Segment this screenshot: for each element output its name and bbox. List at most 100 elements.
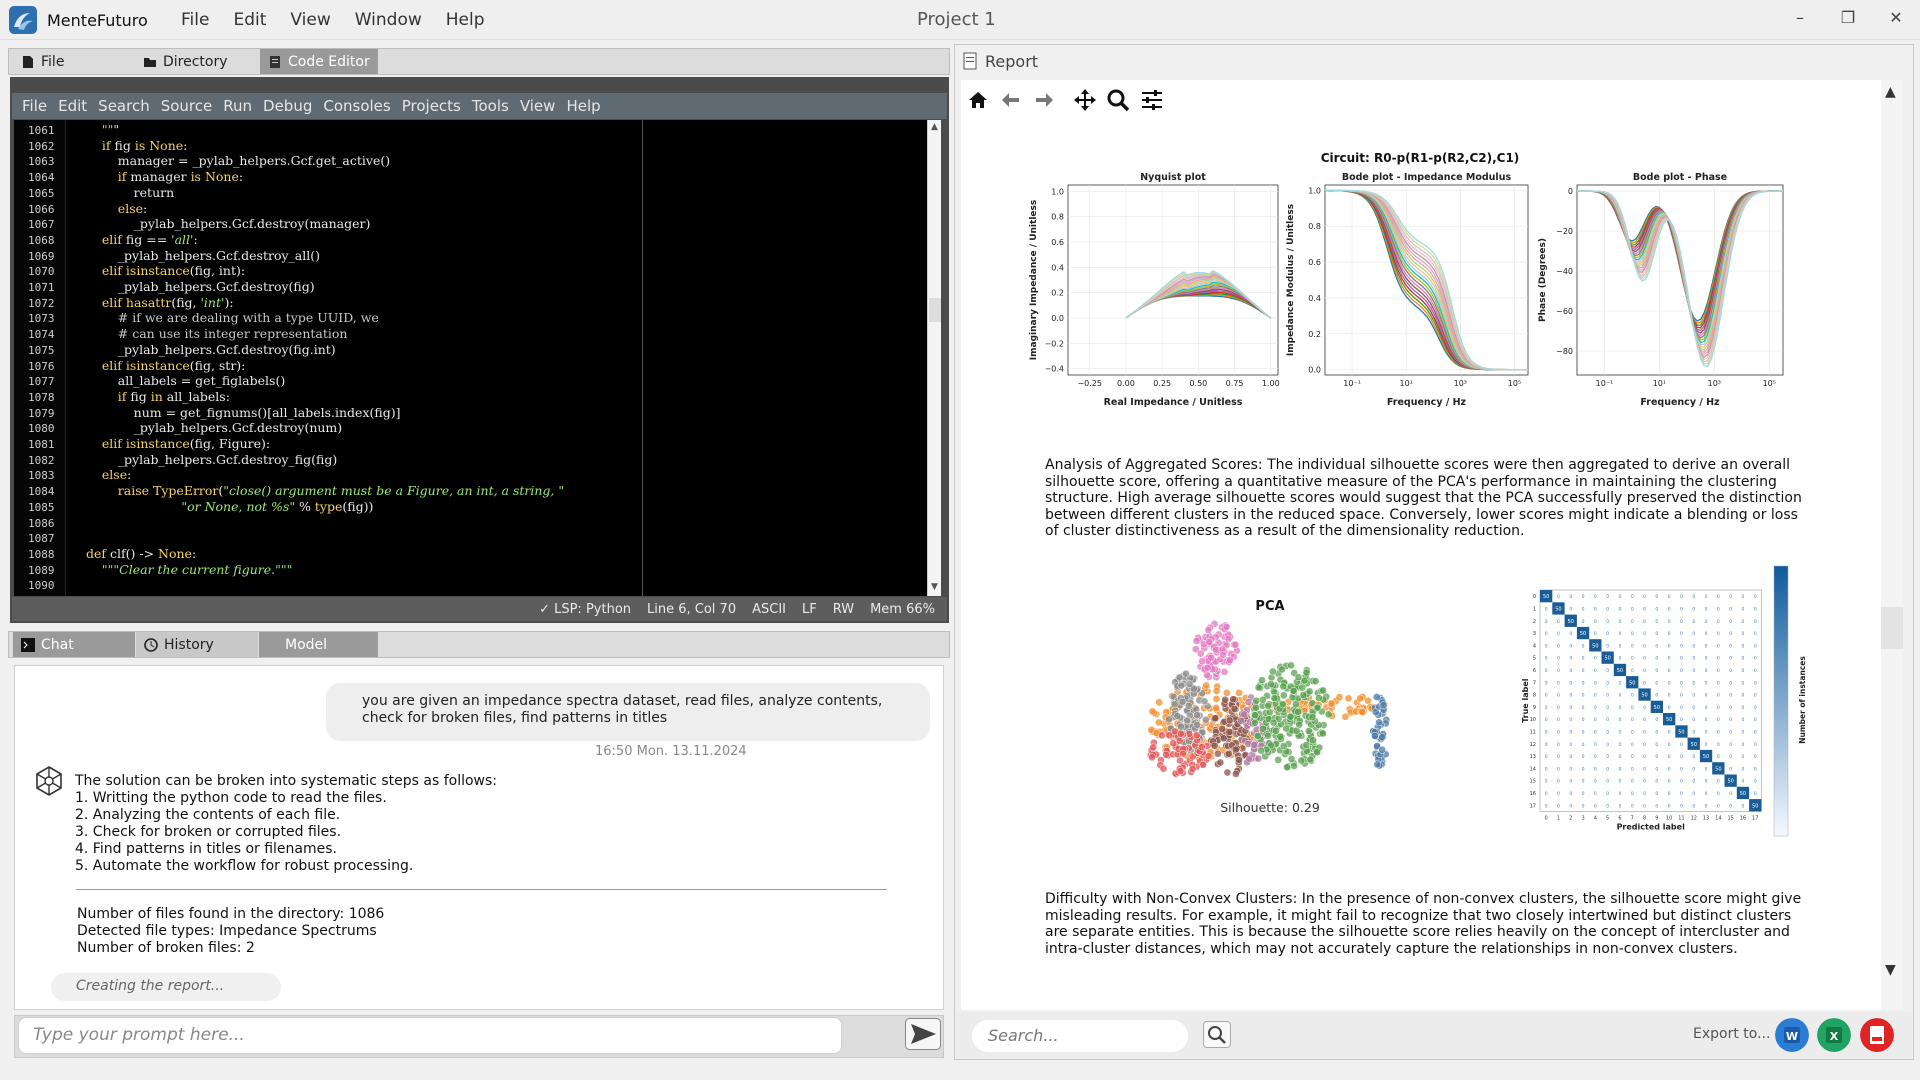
tab-file-label: File: [41, 53, 65, 70]
cell-value: 0: [1631, 619, 1634, 625]
cell-value: 0: [1655, 791, 1658, 797]
cell-value: 0: [1582, 606, 1585, 612]
y-tick-label: −80: [1556, 347, 1573, 356]
pan-icon[interactable]: [1073, 88, 1097, 112]
y-tick-label: 13: [1530, 754, 1536, 760]
menu-edit[interactable]: Edit: [233, 10, 266, 30]
settings-sliders-icon[interactable]: [1140, 88, 1164, 112]
cell-value: 0: [1569, 705, 1572, 711]
x-tick-label: 12: [1691, 815, 1697, 821]
cell-value: 0: [1717, 606, 1720, 612]
editor-menu-view[interactable]: View: [520, 97, 556, 115]
cell-value: 0: [1668, 705, 1671, 711]
pca-point: [1257, 746, 1265, 755]
excel-export-icon[interactable]: X: [1817, 1018, 1851, 1052]
search-button[interactable]: [1203, 1021, 1231, 1048]
assistant-line: 1. Writting the python code to read the …: [75, 790, 387, 806]
maximize-button[interactable]: ❐: [1838, 8, 1858, 27]
message-timestamp: 16:50 Mon. 13.11.2024: [595, 744, 747, 759]
prompt-input[interactable]: Type your prompt here...: [18, 1017, 842, 1054]
cell-value: 0: [1606, 693, 1609, 699]
editor-scrollbar[interactable]: ▲ ▼: [927, 120, 941, 596]
colorbar-label: Number of instances: [1798, 656, 1807, 744]
editor-menu-debug[interactable]: Debug: [263, 97, 312, 115]
pca-point: [1207, 653, 1216, 662]
pca-point: [1251, 719, 1259, 727]
cell-value: 0: [1680, 705, 1683, 711]
editor-menu-consoles[interactable]: Consoles: [323, 97, 390, 115]
chart-title: Nyquist plot: [1140, 172, 1206, 183]
scroll-up-arrow-icon[interactable]: ▲: [1885, 84, 1896, 100]
tab-chat[interactable]: Chat: [13, 632, 135, 657]
minimize-button[interactable]: –: [1790, 8, 1810, 27]
menu-window[interactable]: Window: [355, 10, 422, 30]
cell-value: 0: [1742, 754, 1745, 760]
code-line: "or None, not %s" % type(fig)): [181, 498, 374, 514]
report-scrollbar[interactable]: ▲ ▼: [1881, 80, 1903, 1010]
cell-value: 0: [1668, 643, 1671, 649]
cell-value: 0: [1742, 606, 1745, 612]
cell-value: 0: [1680, 766, 1683, 772]
editor-menu-projects[interactable]: Projects: [402, 97, 461, 115]
cell-value: 0: [1655, 693, 1658, 699]
pca-point: [1176, 729, 1185, 738]
pca-point: [1297, 756, 1306, 765]
pca-point: [1304, 727, 1313, 735]
editor-menu-edit[interactable]: Edit: [58, 97, 87, 115]
forward-arrow-icon[interactable]: [1032, 88, 1056, 112]
scrollbar-thumb[interactable]: [1881, 607, 1903, 649]
tab-history[interactable]: History: [136, 632, 258, 657]
pca-point: [1193, 711, 1201, 719]
tab-code-editor[interactable]: Code Editor: [260, 49, 378, 74]
cell-value: 0: [1557, 729, 1560, 735]
home-icon[interactable]: [966, 88, 990, 112]
code-file-icon: [270, 55, 280, 68]
word-export-icon[interactable]: W: [1775, 1018, 1809, 1052]
scrollbar-thumb[interactable]: [929, 298, 941, 322]
scroll-down-arrow-icon[interactable]: ▼: [931, 582, 938, 592]
scroll-up-arrow-icon[interactable]: ▲: [931, 122, 938, 132]
report-search-input[interactable]: Search...: [972, 1020, 1188, 1052]
cell-value: 0: [1631, 693, 1634, 699]
editor-menu-source[interactable]: Source: [161, 97, 213, 115]
pca-point: [1202, 681, 1211, 690]
pca-point: [1274, 756, 1283, 764]
pca-point: [1175, 673, 1184, 682]
back-arrow-icon[interactable]: [999, 88, 1023, 112]
editor-menu-search[interactable]: Search: [98, 97, 150, 115]
x-tick-label: 10³: [1708, 379, 1721, 388]
zoom-icon[interactable]: [1106, 88, 1130, 112]
tab-directory[interactable]: Directory: [135, 49, 259, 74]
editor-menu-file[interactable]: File: [22, 97, 47, 115]
cell-value: 0: [1705, 619, 1708, 625]
menu-help[interactable]: Help: [446, 10, 485, 30]
y-tick-label: 0: [1533, 594, 1536, 600]
tab-model[interactable]: Model: [259, 632, 378, 657]
pca-point: [1224, 749, 1233, 758]
terminal-icon: [21, 637, 35, 652]
pca-point: [1225, 716, 1234, 725]
cell-value: 0: [1631, 631, 1634, 637]
chart-title: Bode plot - Phase: [1633, 172, 1727, 183]
editor-menu-tools[interactable]: Tools: [472, 97, 509, 115]
send-button[interactable]: [905, 1018, 941, 1050]
scroll-down-arrow-icon[interactable]: ▼: [1885, 962, 1896, 978]
pca-point: [1264, 731, 1272, 740]
code-line: _pylab_helpers.Gcf.destroy(num): [86, 420, 343, 436]
editor-menu-run[interactable]: Run: [223, 97, 252, 115]
pca-point: [1158, 731, 1166, 740]
tab-file[interactable]: File: [13, 49, 133, 74]
pca-point: [1335, 693, 1344, 702]
cell-value: 0: [1594, 656, 1597, 662]
code-area[interactable]: 1061 """ 1062 if fig is None: 1063 manager…: [14, 120, 927, 596]
editor-menu-help[interactable]: Help: [566, 97, 600, 115]
cell-value: 0: [1594, 803, 1597, 809]
cell-value: 0: [1594, 729, 1597, 735]
line-number: 1083: [28, 469, 55, 483]
pdf-export-icon[interactable]: [1860, 1018, 1894, 1052]
file-types-stat: Detected file types: Impedance Spectrums: [77, 923, 377, 939]
menu-view[interactable]: View: [290, 10, 330, 30]
menu-file[interactable]: File: [181, 10, 209, 30]
y-tick-label: 2: [1533, 619, 1536, 625]
close-window-button[interactable]: ✕: [1886, 8, 1906, 27]
